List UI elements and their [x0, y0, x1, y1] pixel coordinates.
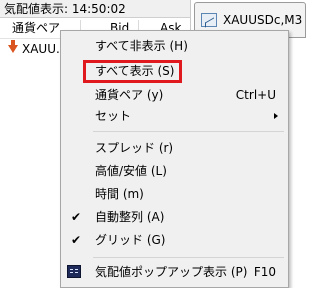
menu-item-label: セット	[95, 109, 132, 123]
menu-item-time[interactable]: 時間 (m)	[61, 183, 288, 205]
checkmark-icon: ✔	[71, 233, 82, 247]
menu-item-auto-arrange[interactable]: ✔ 自動整列 (A)	[61, 206, 288, 228]
chart-window-icon	[201, 13, 217, 27]
menu-separator	[93, 257, 284, 258]
context-menu: すべて非表示 (H) すべて表示 (S) 通貨ペア (y) Ctrl+U セット…	[60, 30, 289, 288]
menu-item-shortcut: Ctrl+U	[235, 88, 276, 102]
menu-separator	[93, 131, 284, 132]
submenu-arrow-icon	[274, 113, 278, 119]
menu-item-label: グリッド (G)	[95, 233, 166, 247]
menu-item-shortcut: F10	[253, 265, 276, 279]
popup-window-icon	[67, 265, 81, 278]
menu-item-label: すべて非表示 (H)	[95, 39, 188, 53]
menu-item-high-low[interactable]: 高値/安値 (L)	[61, 160, 288, 182]
menu-item-label: スプレッド (r)	[95, 141, 174, 155]
menu-item-quote-popup[interactable]: 気配値ポップアップ表示 (P) F10	[61, 261, 288, 283]
menu-item-label: 通貨ペア (y)	[95, 88, 164, 102]
menu-item-label: 気配値ポップアップ表示 (P)	[95, 265, 248, 279]
menu-item-label: 高値/安値 (L)	[95, 164, 167, 178]
chart-tab-label: XAUUSDc,M3	[223, 13, 303, 27]
menu-item-label: 時間 (m)	[95, 187, 144, 201]
menu-item-currency-pair[interactable]: 通貨ペア (y) Ctrl+U	[61, 84, 288, 106]
down-arrow-icon	[8, 40, 18, 53]
menu-item-hide-all[interactable]: すべて非表示 (H)	[61, 35, 288, 57]
menu-item-spread[interactable]: スプレッド (r)	[61, 137, 288, 159]
checkmark-icon: ✔	[71, 210, 82, 224]
column-symbol[interactable]: 通貨ペア	[12, 18, 60, 38]
menu-item-label: 自動整列 (A)	[95, 210, 165, 224]
menu-item-sets[interactable]: セット	[61, 105, 288, 127]
highlight-box	[83, 60, 182, 83]
menu-item-grid[interactable]: ✔ グリッド (G)	[61, 229, 288, 251]
panel-title: 気配値表示: 14:50:02	[0, 0, 190, 18]
